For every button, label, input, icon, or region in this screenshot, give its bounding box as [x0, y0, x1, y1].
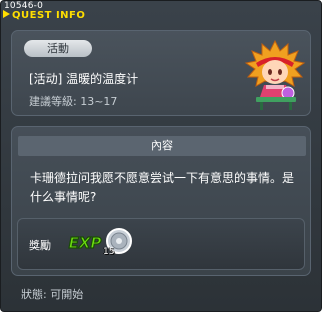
content-text: 卡珊德拉问我愿不愿意尝试一下有意思的事情。是什么事情呢?: [30, 171, 295, 204]
title-arrow-icon: [3, 10, 10, 18]
recommended-level: 建議等級: 13~17: [29, 95, 118, 108]
npc-portrait: [244, 39, 306, 110]
reward-label: 獎勵: [29, 239, 51, 252]
quest-summary-panel: 活動 [活动] 温暖的温度计 建議等級: 13~17: [11, 30, 311, 116]
quest-name: [活动] 温暖的温度计: [29, 72, 139, 86]
content-header: 內容: [18, 136, 306, 156]
reward-item-count: 15: [103, 247, 115, 257]
svg-text:EXP: EXP: [69, 234, 102, 252]
quest-category-tag: 活動: [24, 40, 92, 57]
reward-panel: 獎勵 EXP 15: [17, 218, 305, 270]
exp-icon: EXP: [68, 233, 102, 252]
quest-status: 狀態: 可開始: [21, 288, 84, 301]
quest-content-panel: 內容 卡珊德拉问我愿不愿意尝试一下有意思的事情。是什么事情呢? 獎勵 EXP 1…: [11, 126, 311, 276]
quest-info-window: 10546-0 QUEST INFO 活動 [活动] 温暖的温度计 建議等級: …: [0, 0, 322, 312]
window-title: QUEST INFO: [12, 10, 86, 21]
